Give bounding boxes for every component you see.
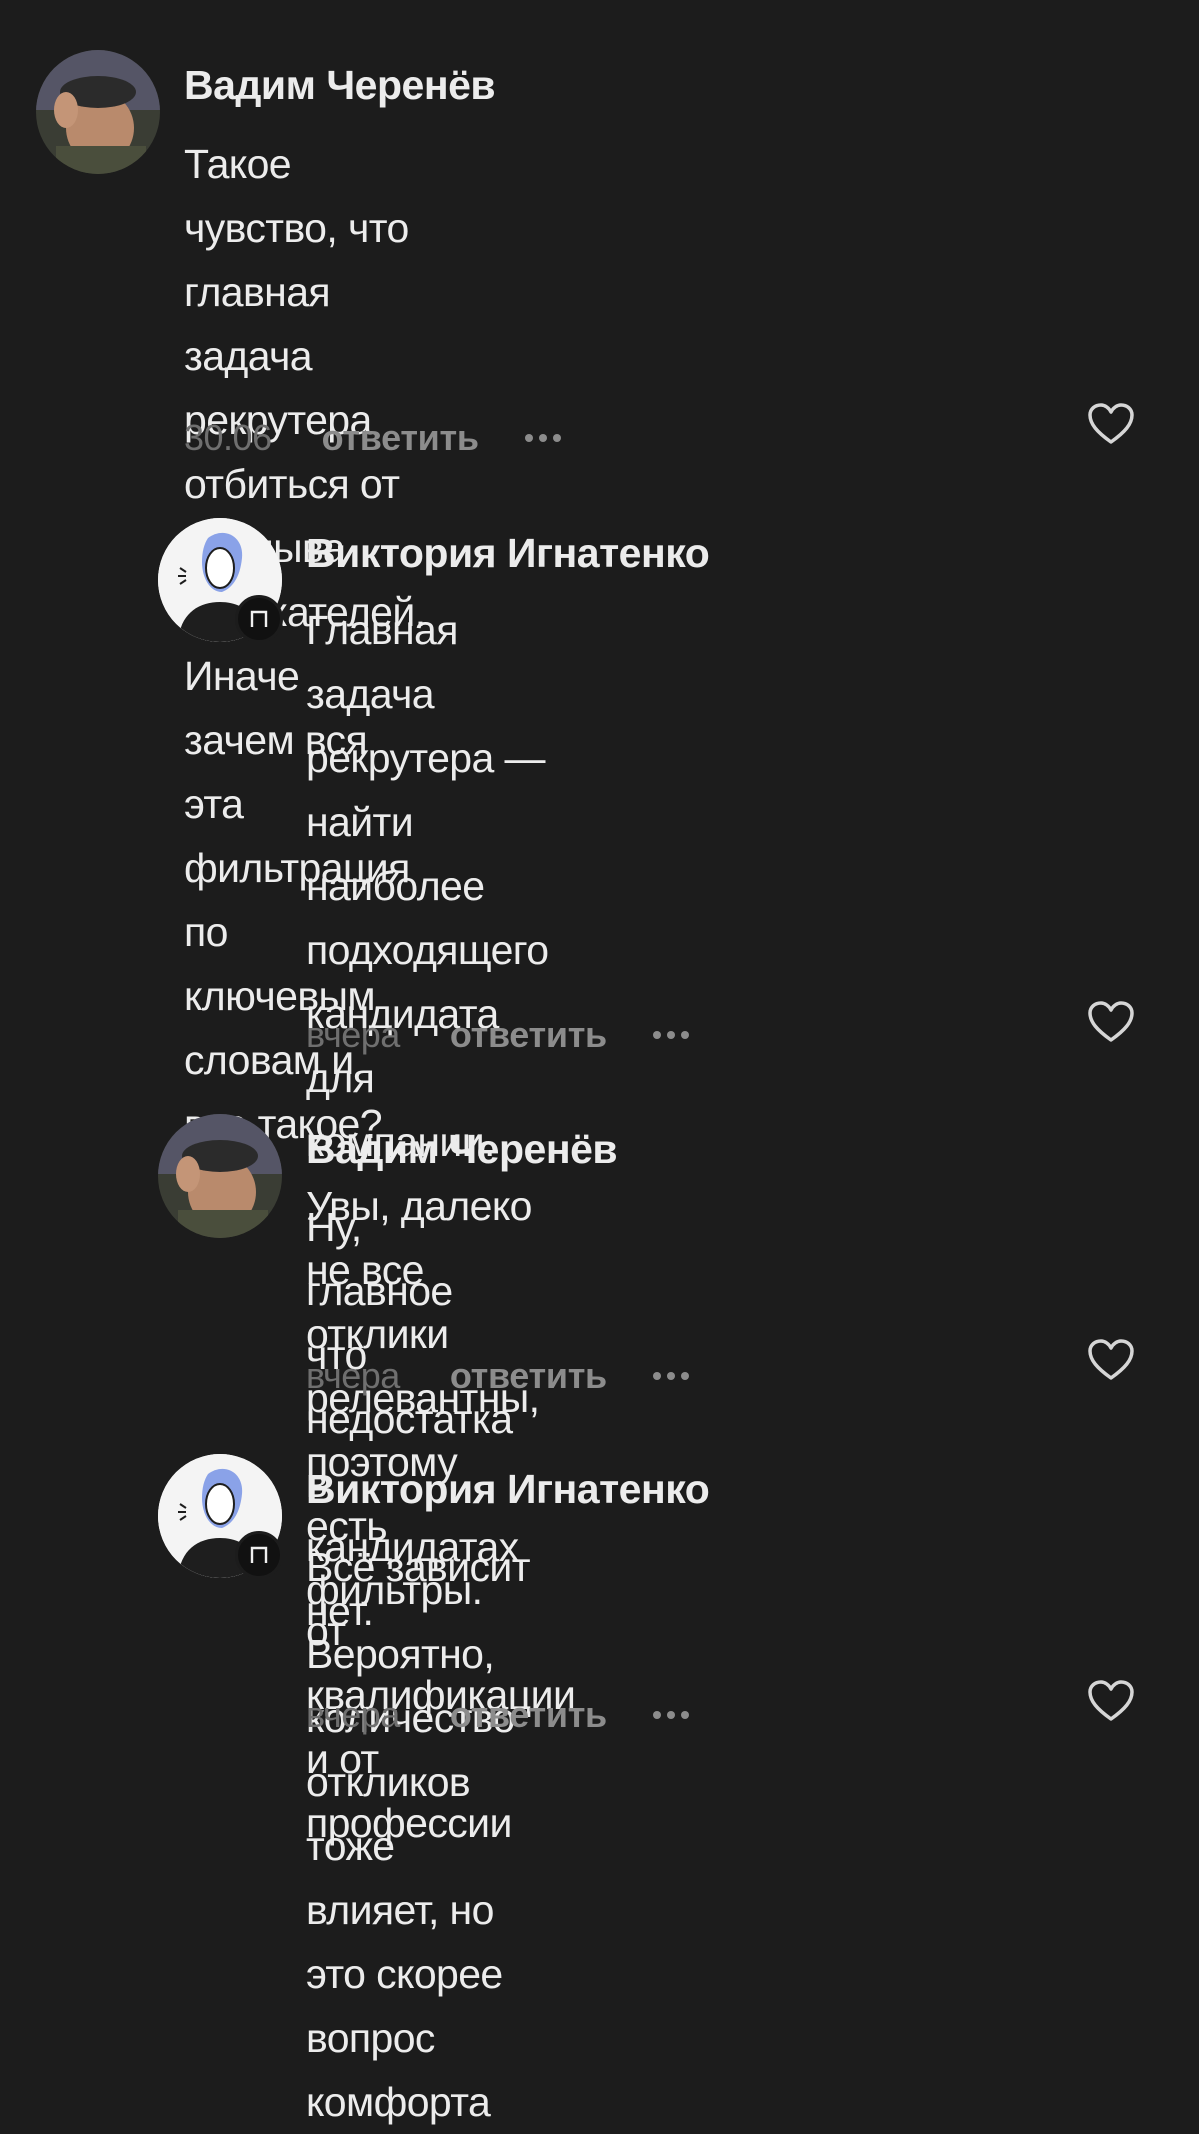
heart-outline-icon[interactable] (1087, 402, 1135, 446)
avatar[interactable] (36, 50, 160, 174)
more-dots-icon[interactable] (524, 434, 561, 442)
badge (235, 1531, 283, 1579)
reply-button[interactable]: ответить (450, 1694, 607, 1736)
more-dots-icon[interactable] (652, 1031, 689, 1039)
more-dots-icon[interactable] (652, 1372, 689, 1380)
comment-meta: вчера ответить (306, 1010, 689, 1060)
comment-author[interactable]: Виктория Игнатенко (306, 530, 710, 577)
more-dots-icon[interactable] (652, 1711, 689, 1719)
comment-date: вчера (306, 1014, 400, 1055)
heart-outline-icon[interactable] (1087, 1338, 1135, 1382)
avatar[interactable] (158, 1114, 282, 1238)
comment-author[interactable]: Вадим Черенёв (184, 62, 496, 109)
comment-line: Главная задача рекрутера — найти (306, 607, 546, 845)
comment-date: вчера (306, 1694, 400, 1735)
comment-meta: вчера ответить (306, 1690, 689, 1740)
comment-author[interactable]: Вадим Черенёв (306, 1126, 618, 1173)
comment-date: вчера (306, 1355, 400, 1396)
comment-line: Такое чувство, что главная задача рекрут… (184, 141, 409, 443)
heart-outline-icon[interactable] (1087, 1679, 1135, 1723)
badge (235, 595, 283, 643)
heart-outline-icon[interactable] (1087, 1000, 1135, 1044)
comment-meta: вчера ответить (306, 1351, 689, 1401)
comment-line: Всё зависит от квалификации и от (306, 1544, 576, 1782)
reply-button[interactable]: ответить (450, 1355, 607, 1397)
comment-date: 30.06 (184, 417, 272, 458)
comment-line: профессии (306, 1800, 512, 1846)
reply-button[interactable]: ответить (450, 1014, 607, 1056)
comment-line: влияет, но это скорее вопрос комфорта (306, 1887, 503, 2125)
comment-line: наиболее подходящего кандидата для (306, 863, 549, 1101)
comment-meta: 30.06 ответить (184, 413, 561, 463)
reply-button[interactable]: ответить (322, 417, 479, 459)
comment-author[interactable]: Виктория Игнатенко (306, 1466, 710, 1513)
